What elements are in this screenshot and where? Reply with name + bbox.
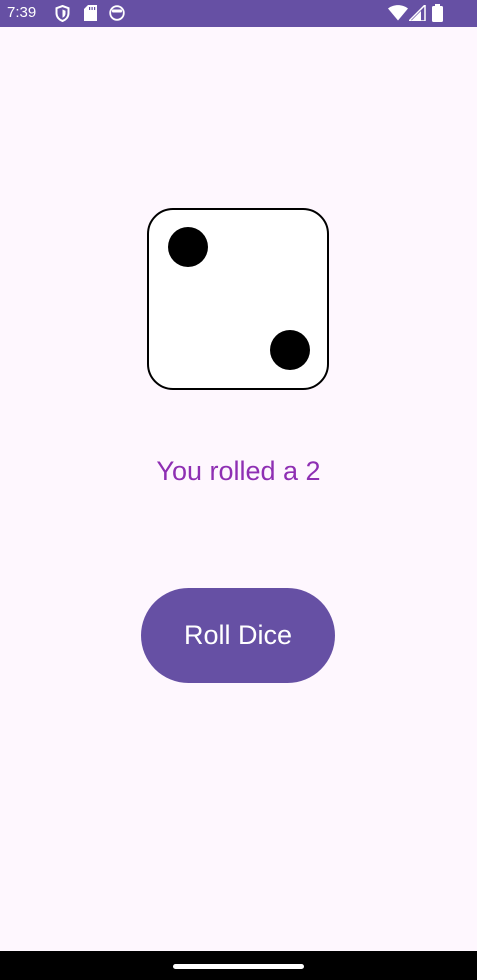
status-bar: 7:39 — [0, 0, 477, 27]
roll-result-text: You rolled a 2 — [156, 456, 321, 486]
status-time: 7:39 — [7, 4, 37, 21]
wifi-icon — [388, 5, 408, 21]
roll-dice-button[interactable]: Roll Dice — [141, 588, 335, 683]
dice-pip-bottom-right — [270, 330, 310, 370]
shield-icon — [55, 5, 70, 22]
home-handle[interactable] — [173, 964, 304, 969]
navigation-bar — [0, 951, 477, 980]
sd-card-icon — [84, 5, 97, 21]
dice-pip-top-left — [168, 227, 208, 267]
dice-face — [147, 208, 329, 390]
battery-icon — [432, 4, 443, 22]
face-icon — [109, 5, 125, 21]
signal-icon — [409, 5, 426, 21]
